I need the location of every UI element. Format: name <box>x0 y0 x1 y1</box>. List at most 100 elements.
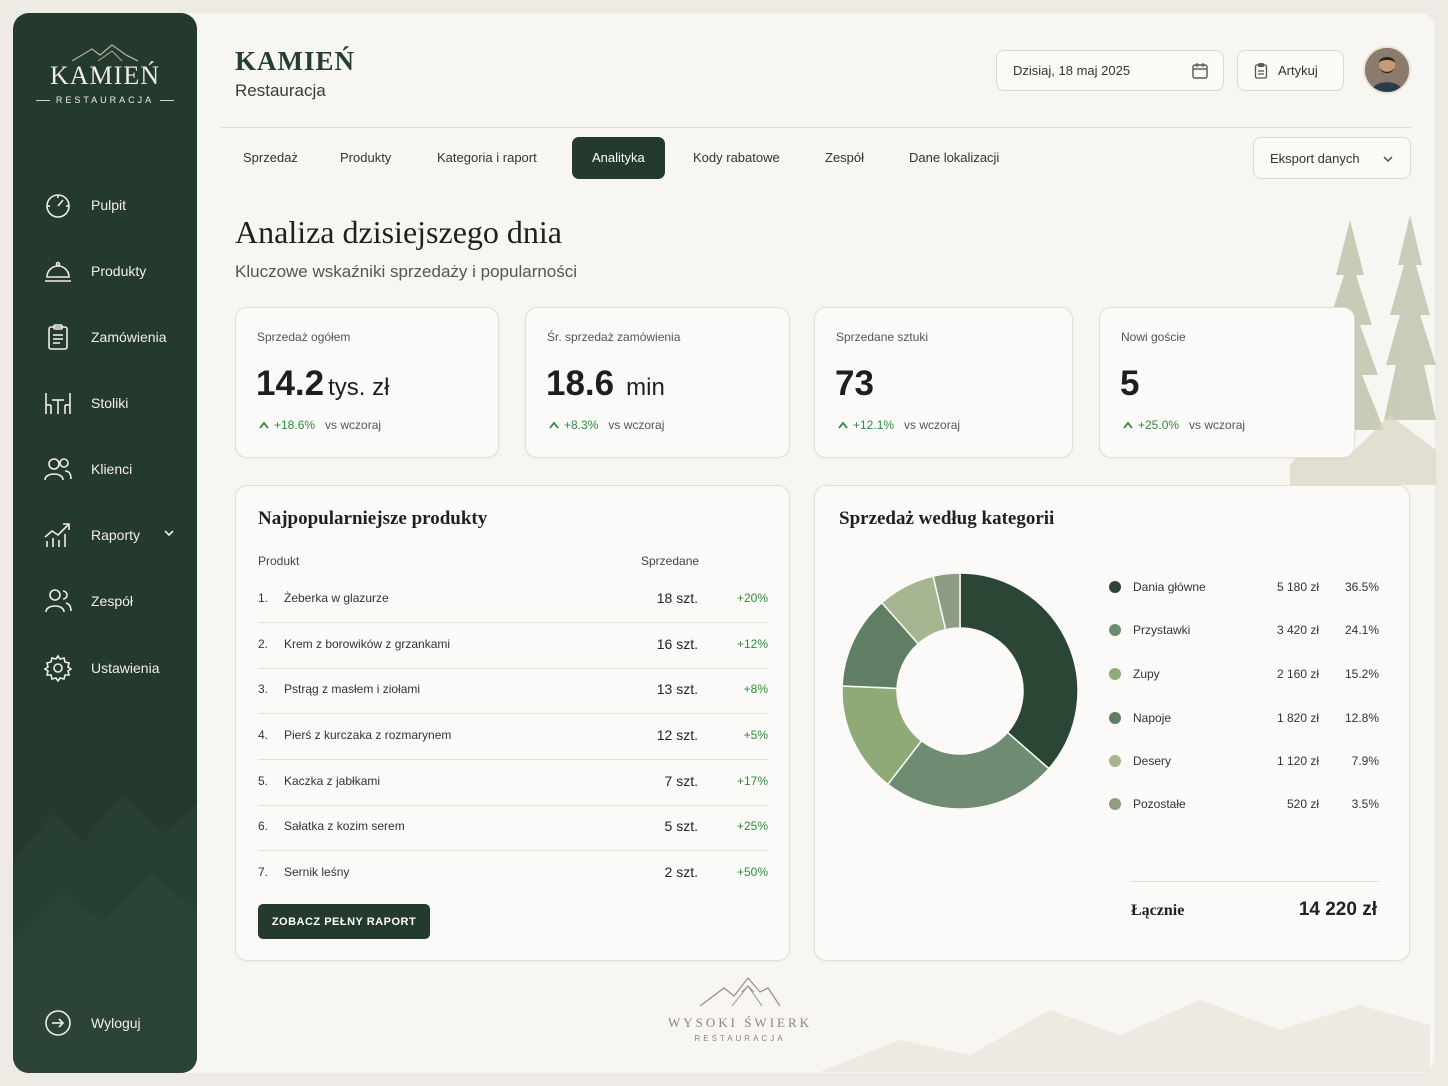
team-icon <box>45 589 72 613</box>
tab-kody-rabatowe[interactable]: Kody rabatowe <box>673 137 800 179</box>
legend-label: Desery <box>1133 754 1172 768</box>
brand-name: KAMIEŃ <box>50 61 160 90</box>
export-label: Eksport danych <box>1270 150 1360 166</box>
category-sales-card: Sprzedaż według kategorii Dania główne 5 … <box>814 485 1410 961</box>
legend-item: Zupy 2 160 zł 15.2% <box>1107 665 1379 685</box>
sidebar-item-label: Zamówienia <box>91 329 167 345</box>
footer-name: WYSOKI ŚWIERK <box>667 1015 813 1030</box>
cloche-icon <box>45 261 71 282</box>
total-label: Łącznie <box>1131 902 1185 919</box>
table-row[interactable]: 1. Żeberka w glazurze 18 szt. +20% <box>258 577 768 623</box>
card-title: Najpopularniejsze produkty <box>258 508 488 529</box>
calendar-icon <box>1192 63 1208 79</box>
legend-item: Desery 1 120 zł 7.9% <box>1107 752 1379 772</box>
sidebar-item-ustawienia[interactable]: Ustawienia <box>13 648 197 688</box>
gear-icon <box>43 654 73 682</box>
kpi-label: Sprzedaż ogółem <box>257 330 351 344</box>
chevron-down-icon[interactable] <box>163 527 175 539</box>
chevron-down-icon <box>1383 156 1393 162</box>
mountain-logo-icon <box>699 976 781 1007</box>
total-divider <box>1131 881 1379 882</box>
document-icon <box>1254 62 1268 79</box>
legend-percent: 24.1% <box>1344 623 1379 637</box>
legend-item: Przystawki 3 420 zł 24.1% <box>1107 621 1379 641</box>
arrow-up-icon <box>259 421 269 429</box>
kpi-card-sales: Sprzedaż ogółem 14.2 tys. zł +18.6% vs wcz… <box>235 307 499 458</box>
date-picker[interactable]: Dzisiaj, 18 maj 2025 <box>996 50 1224 91</box>
print-button[interactable]: Artykuj <box>1237 50 1344 91</box>
sidebar-item-pulpit[interactable]: Pulpit <box>13 185 197 225</box>
kpi-label: Nowi goście <box>1121 330 1186 344</box>
logout-icon <box>45 1010 71 1036</box>
tab-sprzedaz[interactable]: Sprzedaż <box>223 137 318 179</box>
column-header-product: Produkt <box>258 554 300 568</box>
mountain-decoration <box>820 1000 1430 1072</box>
total-value: 14 220 zł <box>1298 899 1377 920</box>
tab-dane-lokalizacji[interactable]: Dane lokalizacji <box>889 137 1019 179</box>
brand-subtitle: RESTAURACJA <box>13 95 197 105</box>
column-header-sold: Sprzedane <box>641 554 700 568</box>
footer-logo: WYSOKI ŚWIERK RESTAURACJA <box>640 976 840 1043</box>
sidebar-item-raporty[interactable]: Raporty <box>13 515 197 555</box>
logout-label: Wyloguj <box>91 1015 141 1031</box>
table-row[interactable]: 3. Pstrąg z masłem i ziołami 13 szt. +8% <box>258 668 768 714</box>
clipboard-icon <box>48 324 68 350</box>
gauge-icon <box>46 194 70 218</box>
sidebar: KAMIEŃ RESTAURACJA Pulpit Produkty Zamów… <box>13 13 197 1073</box>
table-row[interactable]: 4. Pierś z kurczaka z rozmarynem 12 szt. +5… <box>258 714 768 760</box>
sidebar-item-zamowienia[interactable]: Zamówienia <box>13 317 197 357</box>
kpi-value: 18.6 min <box>546 364 665 403</box>
sidebar-item-label: Pulpit <box>91 197 127 213</box>
legend-percent: 3.5% <box>1351 797 1379 811</box>
avatar[interactable] <box>1363 46 1411 94</box>
legend-amount: 1 120 zł <box>1276 754 1319 768</box>
kpi-card-new-guests: Nowi goście 5 +25.0% vs wczoraj <box>1099 307 1355 458</box>
export-dropdown[interactable]: Eksport danych <box>1253 137 1411 179</box>
legend-amount: 2 160 zł <box>1276 667 1319 681</box>
kpi-label: Śr. sprzedaż zamówienia <box>547 330 681 344</box>
tab-produkty[interactable]: Produkty <box>320 137 411 179</box>
legend-swatch <box>1109 798 1121 810</box>
logout-button[interactable]: Wyloguj <box>13 1003 197 1043</box>
full-report-button[interactable]: ZOBACZ PEŁNY RAPORT <box>258 904 430 939</box>
kpi-value: 5 <box>1120 364 1140 403</box>
sidebar-item-label: Zespół <box>91 593 134 609</box>
kpi-card-avg-order: Śr. sprzedaż zamówienia 18.6 min +8.3% vs … <box>525 307 790 458</box>
arrow-up-icon <box>1123 421 1133 429</box>
page-title: Analiza dzisiejszego dnia <box>235 214 562 250</box>
print-label: Artykuj <box>1278 63 1318 78</box>
kpi-value: 73 <box>835 364 874 403</box>
legend-label: Zupy <box>1133 667 1160 681</box>
table-row[interactable]: 7. Sernik leśny 2 szt. +50% <box>258 851 768 897</box>
table-row[interactable]: 2. Krem z borowików z grzankami 16 szt. +12… <box>258 623 768 669</box>
legend-label: Pozostałe <box>1133 797 1186 811</box>
tab-zespol[interactable]: Zespół <box>805 137 884 179</box>
kpi-change: +12.1% vs wczoraj <box>837 418 960 432</box>
sidebar-item-produkty[interactable]: Produkty <box>13 251 197 291</box>
legend-swatch <box>1109 712 1121 724</box>
footer-subtitle: RESTAURACJA <box>694 1034 786 1043</box>
legend-swatch <box>1109 668 1121 680</box>
tab-analityka[interactable]: Analityka <box>572 137 665 179</box>
card-title: Sprzedaż według kategorii <box>839 508 1055 529</box>
sidebar-item-label: Klienci <box>91 461 133 477</box>
donut-hole <box>897 628 1023 754</box>
legend-label: Przystawki <box>1133 623 1191 637</box>
sidebar-item-klienci[interactable]: Klienci <box>13 449 197 489</box>
tab-kategoria-i-raport[interactable]: Kategoria i raport <box>417 137 557 179</box>
users-icon <box>44 458 72 481</box>
mountain-logo-icon <box>71 44 139 62</box>
sidebar-item-zespol[interactable]: Zespół <box>13 581 197 621</box>
chart-icon <box>44 523 70 547</box>
sidebar-item-label: Stoliki <box>91 395 129 411</box>
table-row[interactable]: 5. Kaczka z jabłkami 7 szt. +17% <box>258 760 768 806</box>
legend-label: Dania główne <box>1133 580 1206 594</box>
legend-amount: 520 zł <box>1286 797 1319 811</box>
page-subtitle: Kluczowe wskaźniki sprzedaży i popularno… <box>235 262 578 281</box>
legend-amount: 1 820 zł <box>1276 711 1319 725</box>
sidebar-item-stoliki[interactable]: Stoliki <box>13 383 197 423</box>
header-brand: KAMIEŃ Restauracja <box>235 46 355 101</box>
legend-amount: 3 420 zł <box>1276 623 1319 637</box>
legend-percent: 12.8% <box>1344 711 1379 725</box>
table-row[interactable]: 6. Sałatka z kozim serem 5 szt. +25% <box>258 805 768 851</box>
